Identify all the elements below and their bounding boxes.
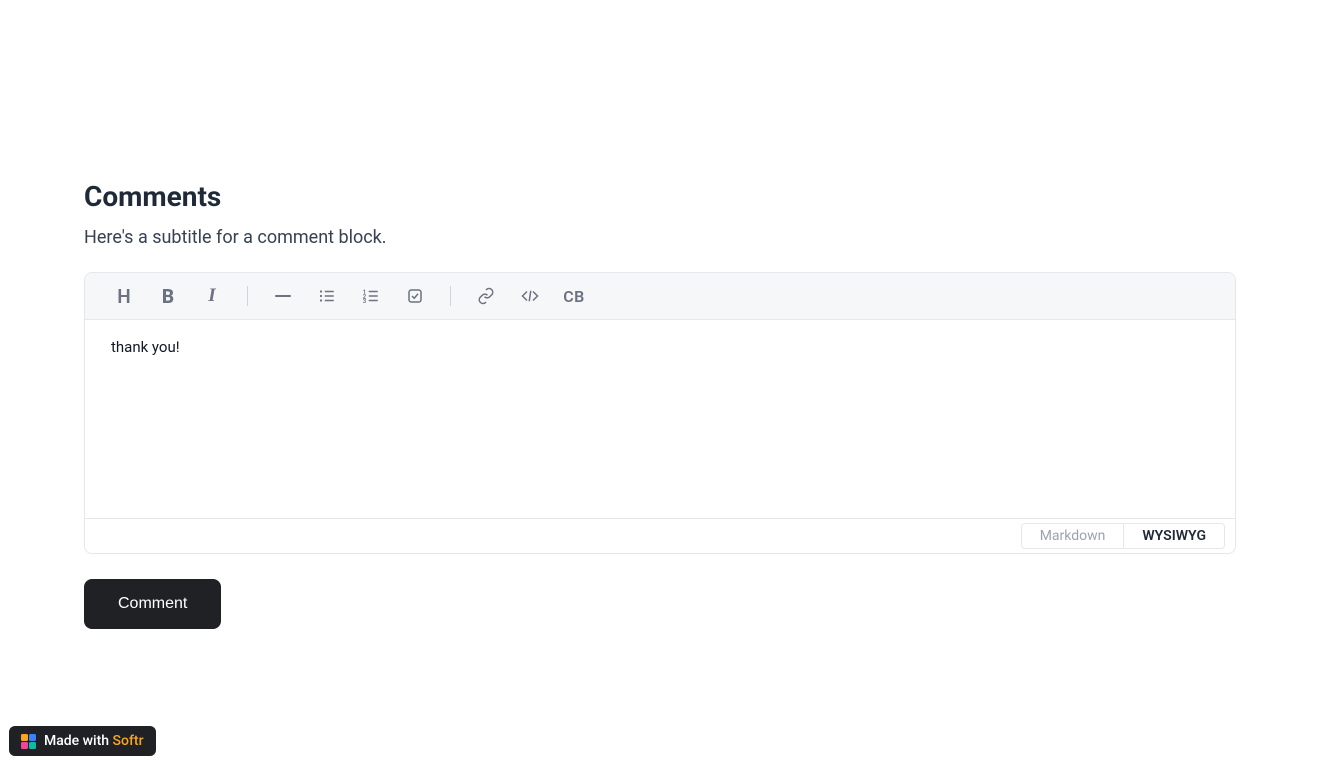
italic-button[interactable]: I: [201, 285, 223, 307]
heading-button[interactable]: H: [113, 285, 135, 307]
task-list-icon: [406, 287, 424, 305]
toolbar-divider: [247, 286, 248, 306]
link-icon: [477, 287, 495, 305]
toolbar-divider: [450, 286, 451, 306]
task-list-button[interactable]: [404, 285, 426, 307]
comment-editor: H B I 1 2: [84, 272, 1236, 554]
ordered-list-button[interactable]: 1 2 3: [360, 285, 382, 307]
editor-toolbar: H B I 1 2: [85, 273, 1235, 320]
code-button[interactable]: [519, 285, 541, 307]
markdown-tab[interactable]: Markdown: [1022, 524, 1124, 548]
editor-footer: Markdown WYSIWYG: [85, 518, 1235, 553]
editor-textarea[interactable]: thank you!: [85, 320, 1235, 518]
page-title: Comments: [84, 180, 1236, 213]
codeblock-button[interactable]: CB: [563, 285, 585, 307]
ordered-list-icon: 1 2 3: [362, 287, 380, 305]
comment-button[interactable]: Comment: [84, 579, 221, 629]
wysiwyg-tab[interactable]: WYSIWYG: [1123, 524, 1224, 548]
softr-badge-text: Made with Softr: [44, 733, 144, 749]
bullet-list-button[interactable]: [316, 285, 338, 307]
link-button[interactable]: [475, 285, 497, 307]
softr-logo-icon: [21, 734, 36, 749]
softr-badge[interactable]: Made with Softr: [9, 726, 156, 756]
svg-text:3: 3: [363, 298, 367, 305]
page-subtitle: Here's a subtitle for a comment block.: [84, 227, 1236, 248]
bullet-list-icon: [318, 287, 336, 305]
horizontal-rule-icon: [275, 295, 291, 297]
code-icon: [521, 287, 539, 305]
mode-tabs: Markdown WYSIWYG: [1021, 523, 1225, 549]
horizontal-rule-button[interactable]: [272, 285, 294, 307]
bold-button[interactable]: B: [157, 285, 179, 307]
